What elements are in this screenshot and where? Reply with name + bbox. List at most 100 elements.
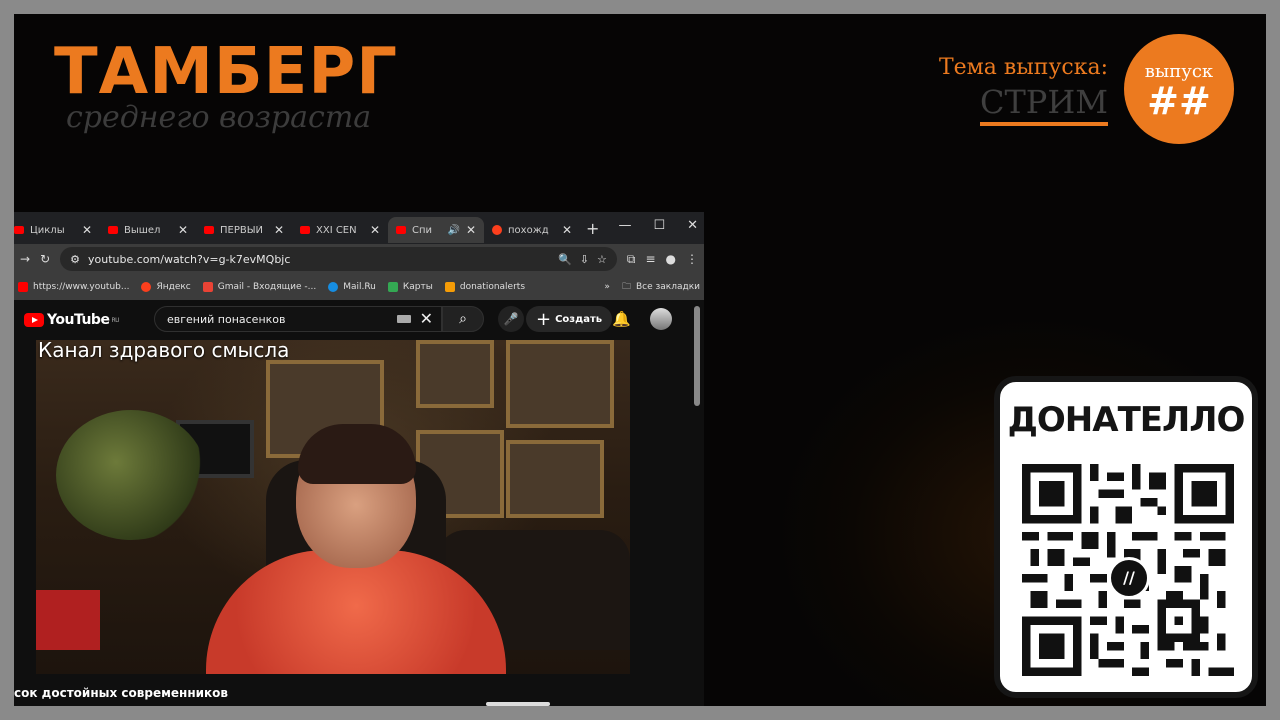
folder-icon: 🗀	[621, 282, 631, 292]
create-button[interactable]: + Создать	[526, 306, 613, 332]
youtube-logo[interactable]: YouTube RU	[24, 312, 119, 328]
close-icon[interactable]: ✕	[466, 223, 476, 237]
video-player[interactable]: Канал здравого смысла	[36, 340, 630, 674]
brand-logo: ТАМБЕРГ среднего возраста	[54, 36, 398, 135]
all-bookmarks[interactable]: 🗀 Все закладки	[622, 279, 700, 295]
voice-search-button[interactable]: 🎤	[498, 306, 524, 332]
donationalerts-icon	[444, 282, 455, 292]
bookmark-item[interactable]: Карты	[387, 282, 433, 292]
new-tab-button[interactable]: +	[586, 219, 599, 238]
install-icon[interactable]: ⇩	[580, 253, 589, 266]
bookmarks-bar: https://www.youtub... Яндекс Gmail - Вхо…	[14, 274, 704, 301]
topic-value: СТРИМ	[979, 82, 1108, 126]
bookmark-label: https://www.youtub...	[33, 282, 130, 292]
tab-title: Вышел	[124, 224, 161, 236]
brand-subtitle: среднего возраста	[66, 100, 372, 135]
tab-title: ПЕРВЫЙ	[220, 224, 264, 236]
painting	[506, 440, 604, 518]
url-text: youtube.com/watch?v=g-k7evMQbjc	[88, 252, 291, 266]
bookmark-item[interactable]: donationalerts	[444, 282, 526, 292]
address-row: → ↻ ⚙ youtube.com/watch?v=g-k7evMQbjc 🔍 …	[14, 244, 704, 274]
youtube-play-icon	[24, 313, 44, 327]
bookmark-label: Mail.Ru	[343, 282, 376, 292]
bookmark-label: Яндекс	[156, 282, 191, 292]
notifications-bell-icon[interactable]: 🔔	[612, 310, 631, 328]
microphone-icon: 🎤	[503, 312, 519, 326]
search-button[interactable]: ⌕	[442, 306, 484, 332]
close-icon[interactable]: ✕	[178, 223, 188, 237]
extensions-icon[interactable]: ⧉	[627, 252, 636, 267]
site-info-icon[interactable]: ⚙	[70, 253, 80, 266]
address-bar[interactable]: ⚙ youtube.com/watch?v=g-k7evMQbjc 🔍 ⇩ ☆	[60, 247, 617, 271]
tab-title: XXI CEN	[316, 224, 357, 236]
search-query: евгений понасенков	[167, 312, 286, 326]
donatello-logo-icon: //	[1108, 557, 1150, 599]
tab[interactable]: XXI CEN ✕	[292, 217, 388, 243]
youtube-logo-text: YouTube	[47, 312, 110, 328]
forward-icon[interactable]: →	[20, 252, 30, 266]
tab-active[interactable]: Спи 🔊 ✕	[388, 217, 484, 243]
scrollbar[interactable]	[694, 306, 700, 406]
tab-title: похожд	[508, 224, 549, 236]
yandex-icon	[141, 282, 152, 292]
bookmark-item[interactable]: https://www.youtub...	[18, 282, 129, 292]
video-caption: сок достойных современников	[14, 686, 228, 700]
youtube-icon	[300, 226, 310, 234]
mailru-icon	[328, 282, 339, 292]
close-window-icon[interactable]: ✕	[687, 218, 698, 233]
bookmark-star-icon[interactable]: ☆	[597, 253, 607, 266]
tab[interactable]: Вышел ✕	[100, 217, 196, 243]
minimize-icon[interactable]: —	[618, 218, 631, 233]
scroll-indicator	[486, 702, 550, 706]
donation-title: ДОНАТЕЛЛО	[1007, 400, 1246, 440]
maximize-icon[interactable]: ☐	[653, 218, 665, 233]
person-hair	[298, 424, 416, 484]
all-bookmarks-label: Все закладки	[635, 282, 700, 292]
youtube-icon	[18, 282, 28, 292]
brand-title: ТАМБЕРГ	[54, 35, 399, 109]
clear-search-icon[interactable]: ✕	[420, 309, 433, 328]
more-bookmarks-icon[interactable]: »	[604, 282, 610, 292]
episode-badge: выпуск ##	[1124, 34, 1234, 144]
close-icon[interactable]: ✕	[370, 223, 380, 237]
bookmark-item[interactable]: Gmail - Входящие -...	[202, 282, 317, 292]
bookmark-label: donationalerts	[459, 282, 526, 292]
avatar[interactable]	[650, 308, 672, 330]
speaker-icon[interactable]: 🔊	[447, 225, 459, 236]
profile-icon[interactable]: ●	[666, 252, 676, 266]
episode-number: ##	[1147, 78, 1211, 123]
keyboard-icon[interactable]	[397, 315, 411, 323]
close-icon[interactable]: ✕	[274, 223, 284, 237]
youtube-icon	[204, 226, 214, 234]
zoom-icon[interactable]: 🔍	[558, 253, 572, 266]
donation-card: ДОНАТЕЛЛО //	[994, 376, 1258, 698]
tab[interactable]: похожд ✕	[484, 217, 580, 243]
close-icon[interactable]: ✕	[562, 223, 572, 237]
tab[interactable]: Циклы ✕	[14, 217, 100, 243]
menu-icon[interactable]: ⋮	[686, 252, 698, 266]
youtube-icon	[396, 226, 406, 234]
region-label: RU	[111, 316, 119, 324]
youtube-icon	[108, 226, 118, 234]
search-input[interactable]: евгений понасенков ✕	[154, 306, 442, 332]
bookmark-item[interactable]: Mail.Ru	[328, 282, 376, 292]
gmail-icon	[202, 282, 213, 292]
bookmark-item[interactable]: Яндекс	[141, 282, 191, 292]
close-icon[interactable]: ✕	[82, 223, 92, 237]
youtube-page: YouTube RU евгений понасенков ✕ ⌕ 🎤 + Созд…	[14, 300, 704, 706]
tab-title: Спи	[412, 224, 433, 236]
tab[interactable]: ПЕРВЫЙ ✕	[196, 217, 292, 243]
tab-bar: Циклы ✕ Вышел ✕ ПЕРВЫЙ ✕ XXI CEN ✕ Спи 🔊…	[14, 212, 704, 244]
bookmark-label: Gmail - Входящие -...	[217, 282, 317, 292]
painting	[506, 340, 614, 428]
reload-icon[interactable]: ↻	[40, 252, 50, 266]
youtube-header: YouTube RU евгений понасенков ✕ ⌕ 🎤 + Созд…	[14, 300, 704, 340]
window-controls: — ☐ ✕	[618, 218, 698, 233]
stream-overlay: ТАМБЕРГ среднего возраста Тема выпуска: …	[14, 14, 1266, 706]
youtube-icon	[14, 226, 24, 234]
maps-icon	[387, 282, 398, 292]
red-box	[36, 590, 100, 650]
create-label: Создать	[555, 313, 603, 325]
browser-window: Циклы ✕ Вышел ✕ ПЕРВЫЙ ✕ XXI CEN ✕ Спи 🔊…	[14, 212, 704, 706]
media-icon[interactable]: ≡	[645, 252, 655, 266]
